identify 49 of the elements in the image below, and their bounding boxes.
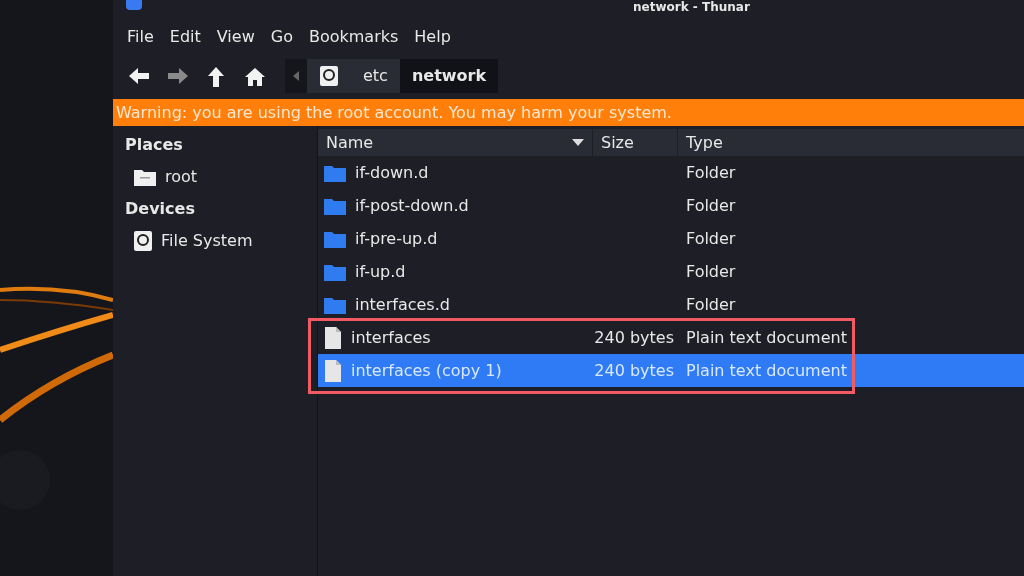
- file-name: if-post-down.d: [355, 194, 469, 217]
- file-row[interactable]: interfaces 240 bytes Plain text document: [318, 321, 1024, 354]
- file-name: if-down.d: [355, 161, 429, 184]
- caret-icon: [293, 71, 299, 81]
- sort-icon: [572, 139, 584, 146]
- file-type: Folder: [686, 195, 736, 215]
- file-name: if-up.d: [355, 260, 406, 283]
- folder-icon: [133, 167, 157, 187]
- sidebar-heading: Places: [125, 134, 184, 156]
- file-name: interfaces.d: [355, 293, 450, 316]
- menu-item[interactable]: Help: [408, 25, 457, 49]
- drive-icon: [319, 65, 339, 87]
- file-name: interfaces: [351, 326, 431, 349]
- document-icon: [323, 325, 343, 350]
- sidebar-item[interactable]: File System: [125, 224, 253, 258]
- file-row[interactable]: if-down.d Folder: [318, 156, 1024, 189]
- sidebar-heading: Devices: [125, 198, 196, 220]
- path-button[interactable]: [307, 59, 351, 93]
- path-button[interactable]: network: [399, 59, 499, 93]
- menu-item[interactable]: View: [210, 25, 261, 49]
- file-type: Plain text document: [686, 360, 847, 380]
- menu-item[interactable]: Go: [264, 25, 299, 49]
- sidebar-item[interactable]: root: [125, 160, 198, 194]
- file-row[interactable]: if-post-down.d Folder: [318, 189, 1024, 222]
- file-row[interactable]: if-pre-up.d Folder: [318, 222, 1024, 255]
- file-size: 240 bytes: [594, 326, 674, 349]
- menu-item[interactable]: File: [121, 25, 160, 49]
- file-type: Folder: [686, 228, 736, 248]
- file-row[interactable]: interfaces.d Folder: [318, 288, 1024, 321]
- column-header[interactable]: Size: [593, 129, 678, 156]
- menu-item[interactable]: Edit: [163, 25, 207, 49]
- column-header[interactable]: Type: [678, 129, 1024, 156]
- drive-icon: [133, 230, 153, 252]
- menu-item[interactable]: Bookmarks: [302, 25, 405, 49]
- column-label: Name: [326, 131, 374, 154]
- file-type: Folder: [686, 162, 736, 182]
- file-name: if-pre-up.d: [355, 227, 438, 250]
- file-type: Plain text document: [686, 327, 847, 347]
- window-title: network - Thunar: [633, 0, 750, 14]
- column-header[interactable]: Name: [318, 129, 593, 156]
- file-row[interactable]: if-up.d Folder: [318, 255, 1024, 288]
- file-size: 240 bytes: [594, 359, 674, 382]
- file-name: interfaces (copy 1): [351, 359, 502, 382]
- app-icon: [126, 0, 142, 10]
- file-type: Folder: [686, 294, 736, 314]
- warning-banner: Warning: you are using the root account. You may harm your system.: [113, 99, 1024, 126]
- file-type: Folder: [686, 261, 736, 281]
- path-button[interactable]: etc: [351, 59, 400, 93]
- document-icon: [323, 358, 343, 383]
